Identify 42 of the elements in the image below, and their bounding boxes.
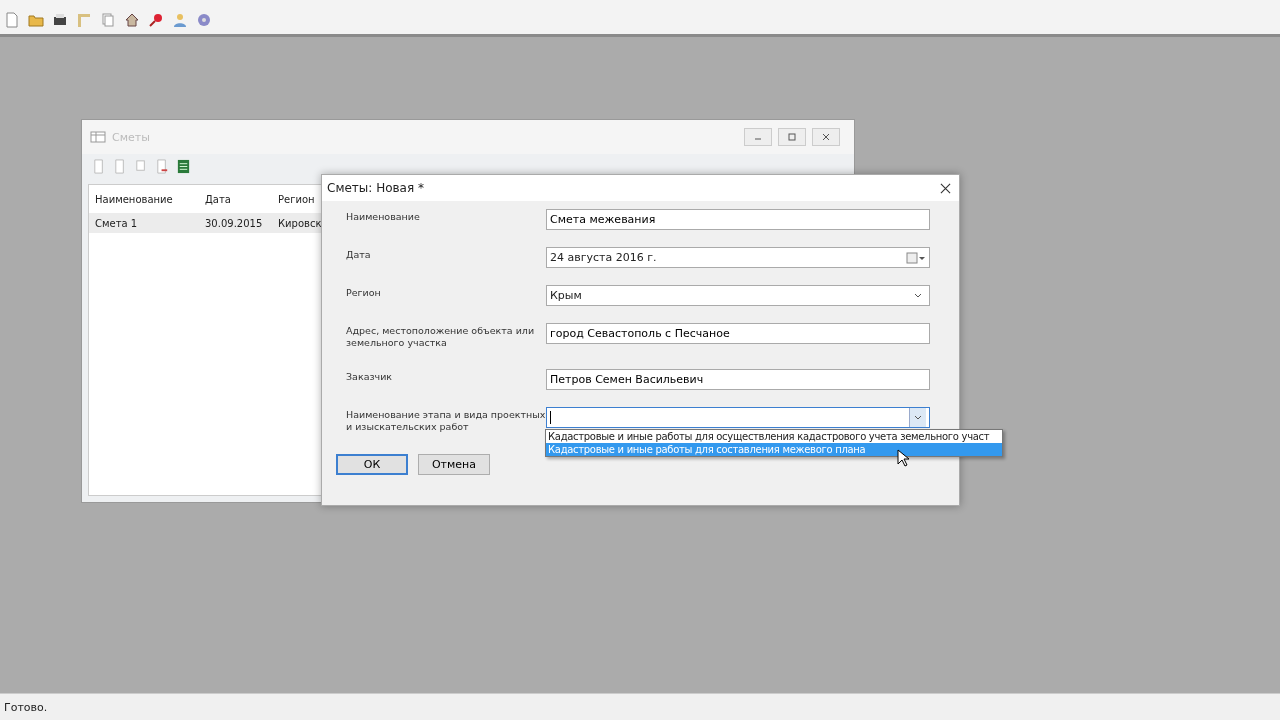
- close-icon: [821, 132, 831, 142]
- field-label: Адрес, местоположение объекта или земельного участка: [346, 324, 536, 349]
- table-cell-text: Смета 1: [95, 217, 139, 229]
- text-field[interactable]: город Севастополь с Песчаное: [546, 323, 930, 344]
- delete-icon[interactable]: [155, 158, 170, 174]
- ok-button[interactable]: ОК: [336, 454, 408, 475]
- status-text: Готово.: [4, 700, 48, 714]
- field-label: Заказчик: [346, 370, 394, 383]
- maximize-icon: [787, 132, 797, 142]
- close-button[interactable]: [812, 128, 840, 146]
- column-header[interactable]: Дата: [205, 193, 278, 205]
- chevron-down-icon: [914, 292, 922, 299]
- text-field[interactable]: Петров Семен Васильевич: [546, 369, 930, 390]
- dropdown[interactable]: Крым: [546, 285, 930, 306]
- cancel-button[interactable]: Отмена: [418, 454, 490, 475]
- house-icon[interactable]: [124, 12, 140, 28]
- user-icon[interactable]: [172, 12, 188, 28]
- field-label: Регион: [346, 286, 382, 299]
- dropdown-option[interactable]: Кадастровые и иные работы для осуществления кадастрового учета земельного участ: [546, 430, 1002, 443]
- dialog-title: Сметы: Новая *: [327, 181, 424, 195]
- maximize-button[interactable]: [778, 128, 806, 146]
- field-label: Наименование: [346, 210, 421, 223]
- window-title: Сметы: [112, 130, 150, 144]
- dropdown[interactable]: [546, 407, 930, 428]
- chevron-down-icon: [914, 414, 922, 421]
- page-icon[interactable]: [4, 12, 20, 28]
- spreadsheet-icon[interactable]: [176, 158, 191, 174]
- close-icon[interactable]: [940, 182, 951, 194]
- table-cell-text: Кировск: [278, 217, 323, 229]
- table-icon: [90, 129, 106, 145]
- column-header[interactable]: Наименование: [95, 193, 205, 205]
- date-picker[interactable]: 24 августа 2016 г.: [546, 247, 930, 268]
- text-field[interactable]: Смета межевания: [546, 209, 930, 230]
- printer-icon[interactable]: [52, 12, 68, 28]
- table-cell-text: 30.09.2015: [205, 217, 264, 229]
- field-label: Наименование этапа и вида проектных и изыскательских работ: [346, 408, 546, 433]
- minimize-button[interactable]: [744, 128, 772, 146]
- copy-icon[interactable]: [100, 12, 116, 28]
- field-label: Дата: [346, 248, 372, 261]
- gear-icon[interactable]: [196, 12, 212, 28]
- calendar-icon: [906, 251, 926, 264]
- folder-icon[interactable]: [28, 12, 44, 28]
